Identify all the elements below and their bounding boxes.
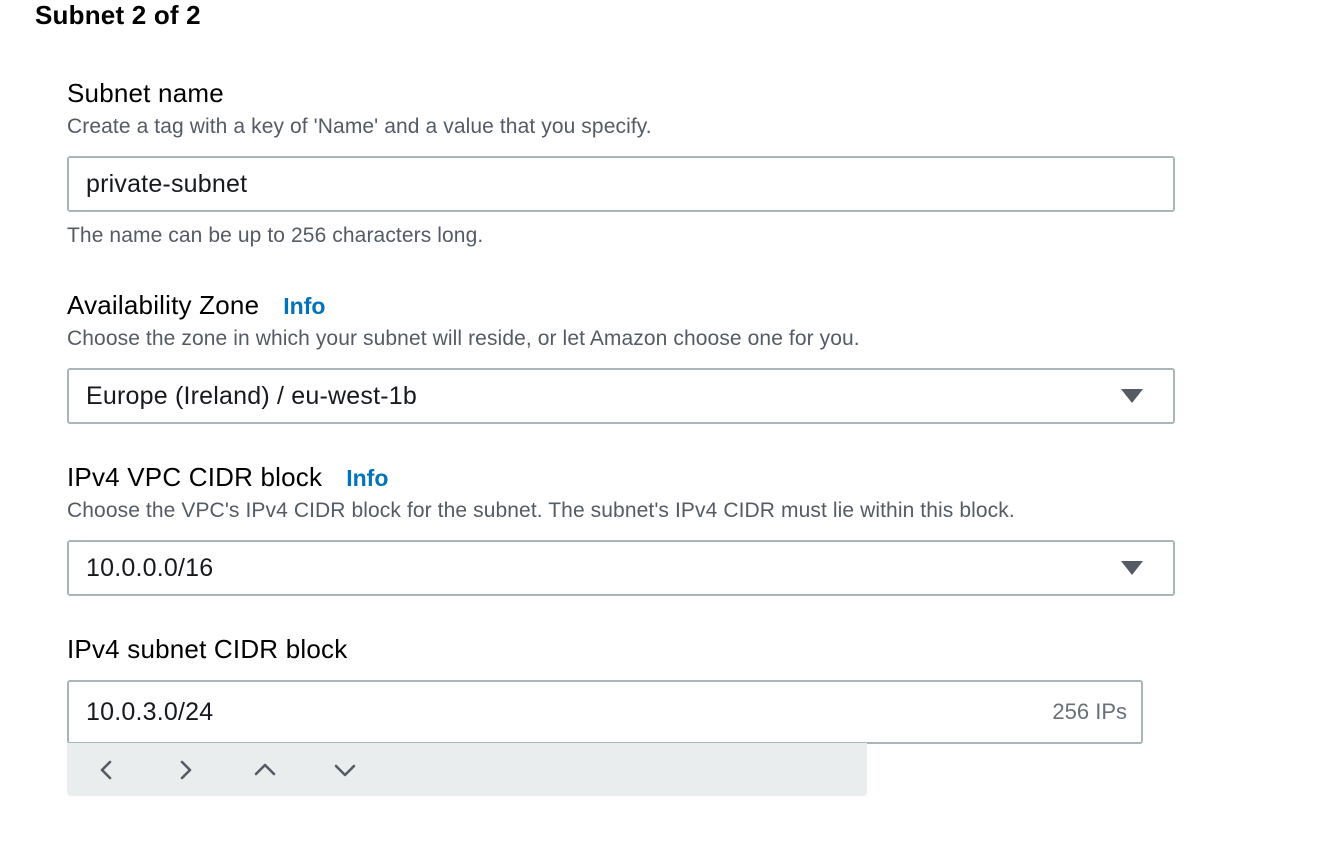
subnet-name-input[interactable]: private-subnet [67, 156, 1175, 212]
availability-zone-info-link[interactable]: Info [283, 293, 325, 320]
section-title: Subnet 2 of 2 [35, 0, 201, 30]
vpc-cidr-info-link[interactable]: Info [346, 465, 388, 492]
subnet-cidr-input[interactable]: 10.0.3.0/24 256 IPs [67, 680, 1143, 744]
subnet-name-field: Subnet name Create a tag with a key of '… [67, 78, 652, 139]
vpc-cidr-description: Choose the VPC's IPv4 CIDR block for the… [67, 499, 1015, 522]
ip-count: 256 IPs [1052, 699, 1127, 724]
subnet-name-label: Subnet name [67, 78, 224, 108]
subnet-name-hint: The name can be up to 256 characters lon… [67, 224, 484, 247]
cidr-next-button[interactable] [165, 750, 205, 790]
cidr-decrement-button[interactable] [325, 750, 365, 790]
subnet-cidr-value: 10.0.3.0/24 [86, 697, 214, 726]
availability-zone-field: Availability Zone Info Choose the zone i… [67, 290, 860, 351]
vpc-cidr-label: IPv4 VPC CIDR block [67, 462, 323, 492]
subnet-settings-panel: Subnet 2 of 2 Subnet name Create a tag w… [0, 0, 1317, 848]
availability-zone-selected: Europe (Ireland) / eu-west-1b [86, 381, 417, 410]
cidr-previous-button[interactable] [87, 750, 127, 790]
subnet-name-description: Create a tag with a key of 'Name' and a … [67, 115, 652, 138]
availability-zone-label: Availability Zone [67, 290, 260, 320]
subnet-name-value: private-subnet [86, 169, 248, 198]
caret-down-icon [1121, 561, 1143, 575]
vpc-cidr-selected: 10.0.0.0/16 [86, 553, 214, 582]
subnet-cidr-label: IPv4 subnet CIDR block [67, 634, 348, 664]
caret-down-icon [1121, 389, 1143, 403]
subnet-cidr-field: IPv4 subnet CIDR block [67, 634, 347, 665]
availability-zone-description: Choose the zone in which your subnet wil… [67, 327, 860, 350]
availability-zone-select[interactable]: Europe (Ireland) / eu-west-1b [67, 368, 1175, 424]
cidr-increment-button[interactable] [245, 750, 285, 790]
chevron-down-icon [334, 764, 356, 776]
chevron-right-icon [180, 760, 192, 779]
vpc-cidr-field: IPv4 VPC CIDR block Info Choose the VPC'… [67, 462, 1015, 523]
chevron-left-icon [100, 760, 112, 779]
chevron-up-icon [254, 763, 276, 775]
cidr-stepper [67, 743, 867, 796]
vpc-cidr-select[interactable]: 10.0.0.0/16 [67, 540, 1175, 596]
